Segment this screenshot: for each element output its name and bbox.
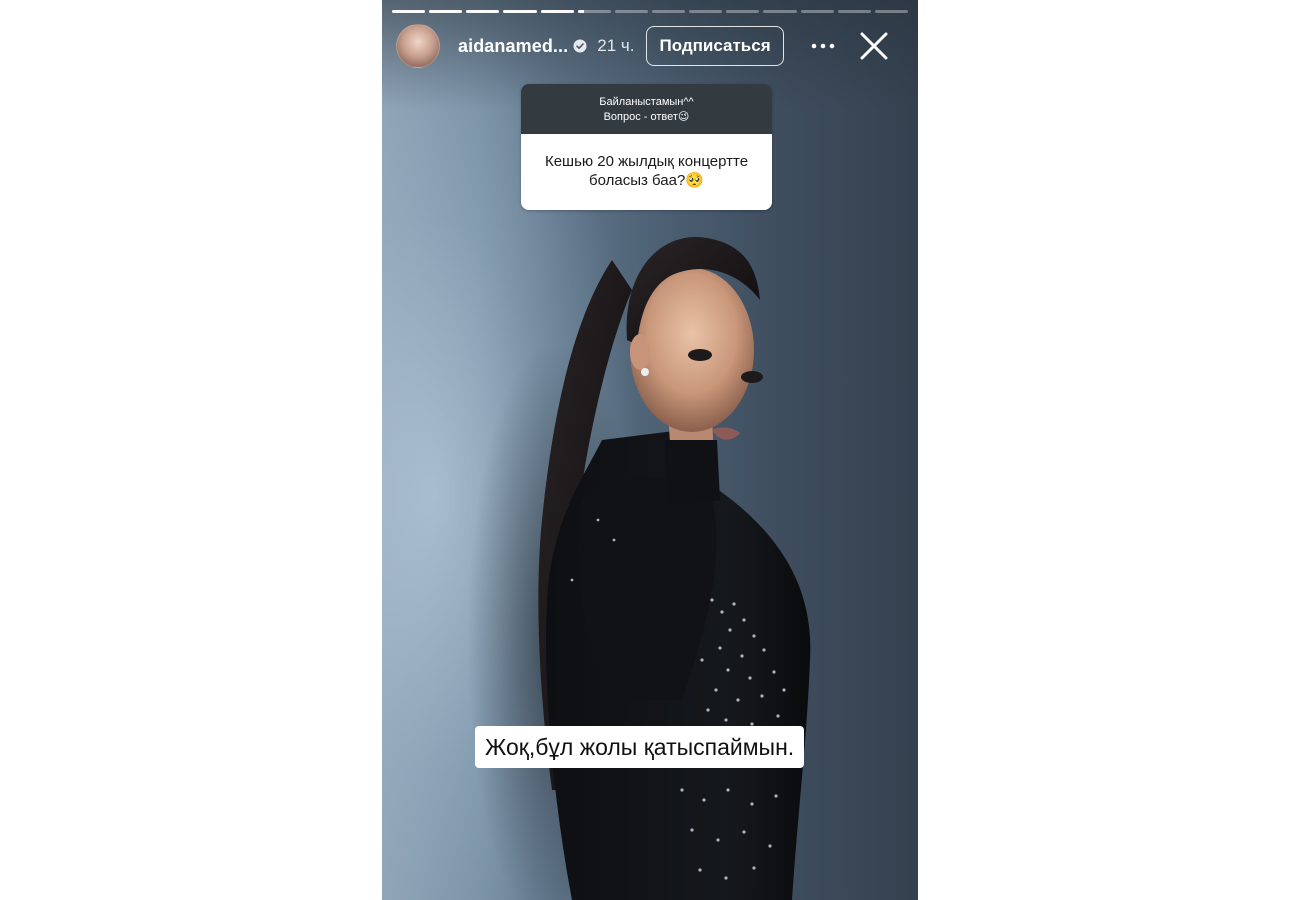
question-sticker-title-line1: Байланыстамын^^ — [599, 96, 694, 108]
progress-segment-fill — [429, 10, 463, 13]
page: aidanamed... 21 ч. Подписаться Байланыст… — [0, 0, 1300, 900]
progress-segment-fill — [466, 10, 500, 13]
progress-segment-fill — [503, 10, 537, 13]
story-progress-bar — [392, 10, 908, 13]
progress-segment — [763, 10, 797, 13]
question-sticker-header: Байланыстамын^^ Вопрос - ответ😉 — [521, 84, 772, 134]
progress-segment — [689, 10, 723, 13]
progress-segment — [392, 10, 426, 13]
progress-segment — [540, 10, 574, 13]
progress-segment — [837, 10, 871, 13]
progress-segment — [466, 10, 500, 13]
progress-segment — [726, 10, 760, 13]
question-sticker: Байланыстамын^^ Вопрос - ответ😉 Кешью 20… — [521, 84, 772, 210]
question-sticker-body: Кешью 20 жылдық концертте боласыз баа?🥺 — [521, 134, 772, 210]
progress-segment-fill — [577, 10, 585, 13]
close-icon[interactable] — [858, 30, 890, 62]
progress-segment — [503, 10, 537, 13]
post-time: 21 ч. — [597, 36, 635, 55]
answer-text: Жоқ,бұл жолы қатыспаймын. — [475, 726, 805, 768]
progress-segment — [614, 10, 648, 13]
progress-segment-fill — [392, 10, 426, 13]
story-header: aidanamed... 21 ч. Подписаться — [396, 24, 908, 68]
avatar[interactable] — [396, 24, 440, 68]
more-horizontal-icon[interactable] — [810, 33, 836, 59]
username[interactable]: aidanamed... — [458, 36, 568, 57]
verified-badge-icon — [573, 39, 587, 53]
progress-segment — [651, 10, 686, 13]
story-viewer[interactable]: aidanamed... 21 ч. Подписаться Байланыст… — [382, 0, 918, 900]
progress-segment — [577, 10, 611, 13]
progress-segment — [800, 10, 834, 13]
progress-segment-fill — [540, 10, 574, 13]
progress-segment — [874, 10, 908, 13]
question-text-line2: боласыз баа?🥺 — [589, 172, 704, 189]
question-text-line1: Кешью 20 жылдық концертте — [544, 153, 749, 170]
question-sticker-title-line2: Вопрос - ответ😉 — [603, 111, 690, 123]
follow-button[interactable]: Подписаться — [646, 26, 784, 66]
progress-segment — [429, 10, 463, 13]
